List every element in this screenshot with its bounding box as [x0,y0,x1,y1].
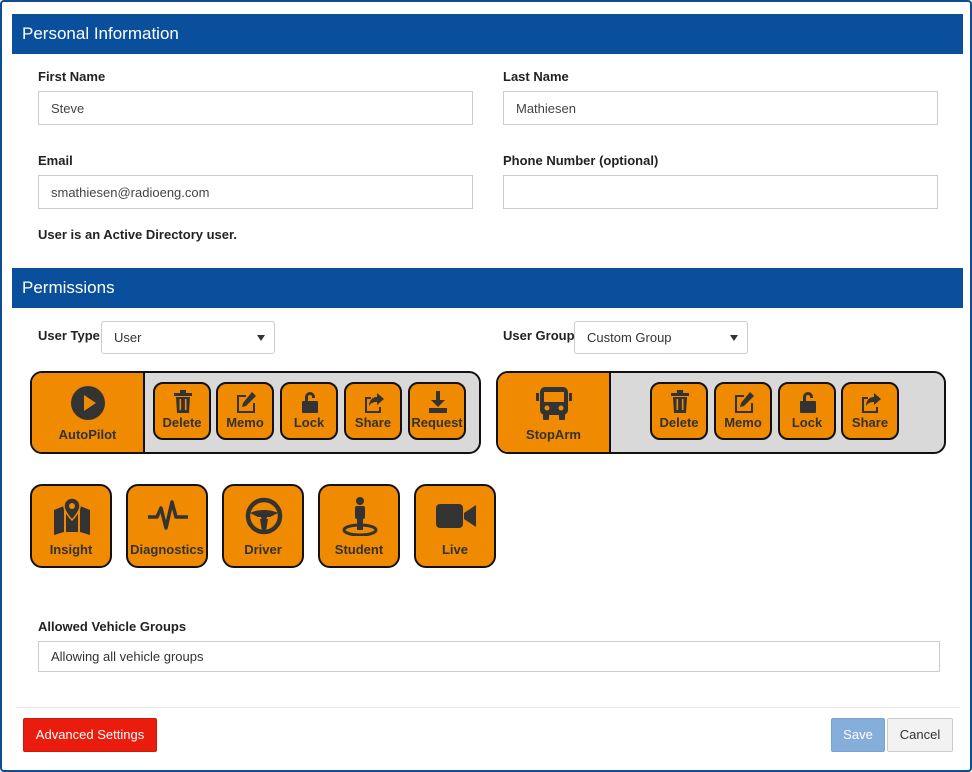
play-circle-icon [71,386,105,420]
user-edit-panel: Personal Information First Name Last Nam… [0,0,972,772]
live-toggle[interactable]: Live [414,484,496,568]
email-input[interactable] [38,175,473,209]
vehicle-groups-input[interactable] [38,641,940,672]
phone-input[interactable] [503,175,938,209]
feature-label: Student [334,542,384,557]
autopilot-label: AutoPilot [58,427,117,442]
feature-label: Driver [244,542,282,557]
user-type-select[interactable]: User [101,321,275,354]
stoparm-permission-group: StopArm Delete Memo Lock Share [496,371,946,454]
footer-divider [16,707,960,708]
user-group-value: Custom Group [587,330,672,345]
autopilot-delete-button[interactable]: Delete [153,382,211,440]
feature-label: Diagnostics [130,542,204,557]
phone-label: Phone Number (optional) [503,153,659,168]
user-group-select[interactable]: Custom Group [574,321,748,354]
stoparm-label: StopArm [526,427,581,442]
feature-label: Live [441,542,468,557]
autopilot-toggle[interactable]: AutoPilot [32,373,145,452]
unlock-icon [800,392,816,413]
action-label: Lock [293,415,325,430]
user-type-label: User Type [38,328,100,343]
email-label: Email [38,153,73,168]
last-name-input[interactable] [503,91,938,125]
first-name-label: First Name [38,69,106,84]
autopilot-share-button[interactable]: Share [344,382,402,440]
active-directory-note: User is an Active Directory user. [38,227,237,242]
feature-label: Insight [49,542,93,557]
personal-info-header: Personal Information [12,14,963,54]
action-label: Delete [659,415,699,430]
edit-icon [735,392,754,413]
chevron-down-icon [257,335,265,341]
trash-icon [671,390,689,413]
stoparm-share-button[interactable]: Share [841,382,899,440]
action-label: Memo [226,415,264,430]
save-button[interactable]: Save [831,718,885,752]
stoparm-lock-button[interactable]: Lock [778,382,836,440]
chevron-down-icon [730,335,738,341]
action-label: Delete [162,415,202,430]
vehicle-groups-label: Allowed Vehicle Groups [38,619,187,634]
bus-icon [536,387,572,420]
autopilot-permission-group: AutoPilot Delete Memo Lock Share Request [30,371,481,454]
action-label: Memo [724,415,762,430]
stoparm-memo-button[interactable]: Memo [714,382,772,440]
autopilot-lock-button[interactable]: Lock [280,382,338,440]
insight-toggle[interactable]: Insight [30,484,112,568]
steering-wheel-icon [245,497,283,535]
advanced-settings-button[interactable]: Advanced Settings [23,718,157,752]
unlock-icon [302,392,318,413]
stoparm-delete-button[interactable]: Delete [650,382,708,440]
street-view-icon [342,497,378,536]
download-icon [429,391,447,413]
action-label: Lock [791,415,823,430]
driver-toggle[interactable]: Driver [222,484,304,568]
action-label: Share [354,415,392,430]
edit-icon [237,392,256,413]
stoparm-toggle[interactable]: StopArm [498,373,611,452]
diagnostics-toggle[interactable]: Diagnostics [126,484,208,568]
share-icon [365,393,384,413]
last-name-label: Last Name [503,69,569,84]
video-camera-icon [436,504,476,528]
map-pin-icon [54,497,90,535]
action-label: Share [851,415,889,430]
permissions-header: Permissions [12,268,963,308]
user-type-value: User [114,330,142,345]
student-toggle[interactable]: Student [318,484,400,568]
trash-icon [174,390,192,413]
first-name-input[interactable] [38,91,473,125]
user-group-label: User Group [503,328,575,343]
heartbeat-icon [148,500,188,530]
share-icon [862,393,881,413]
autopilot-memo-button[interactable]: Memo [216,382,274,440]
autopilot-request-button[interactable]: Request [408,382,466,440]
cancel-button[interactable]: Cancel [887,718,953,752]
action-label: Request [411,415,463,430]
